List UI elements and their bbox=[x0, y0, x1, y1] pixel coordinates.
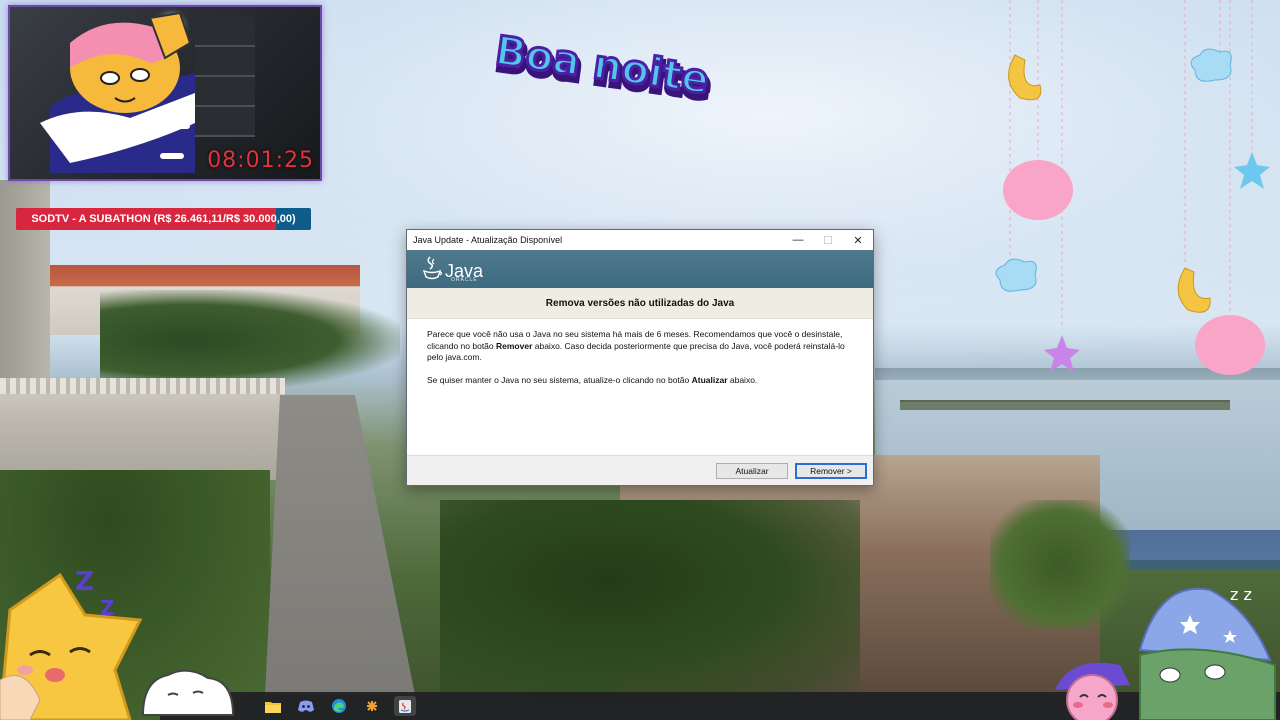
plus-app-icon[interactable] bbox=[361, 696, 383, 716]
background-balustrade bbox=[0, 378, 285, 394]
window-controls: — ☐ ✕ bbox=[783, 230, 873, 250]
webcam-overlay: 08:01:25 bbox=[8, 5, 322, 181]
java-banner: Java ORACLE bbox=[407, 250, 873, 288]
dialog-body: Parece que você não usa o Java no seu si… bbox=[407, 319, 873, 454]
svg-text:Z: Z bbox=[75, 567, 94, 597]
subathon-label: SODTV - A SUBATHON (R$ 26.461,11/R$ 30.0… bbox=[31, 213, 296, 225]
dialog-titlebar[interactable]: Java Update - Atualização Disponível — ☐… bbox=[407, 230, 873, 250]
dialog-footer: Atualizar Remover > bbox=[407, 455, 873, 485]
subathon-progress-bar: SODTV - A SUBATHON (R$ 26.461,11/R$ 30.0… bbox=[16, 208, 311, 230]
background-wall bbox=[0, 380, 285, 480]
close-button[interactable]: ✕ bbox=[843, 230, 873, 250]
dialog-title: Java Update - Atualização Disponível bbox=[413, 235, 563, 245]
background-city-trees bbox=[440, 500, 860, 700]
dialog-paragraph-2: Se quiser manter o Java no seu sistema, … bbox=[427, 375, 853, 387]
p2-text-b: abaixo. bbox=[727, 374, 758, 385]
hanging-decorations bbox=[995, 0, 1270, 375]
sleeping-mascot-icon bbox=[40, 13, 195, 173]
pink-cloud-icon bbox=[1003, 160, 1073, 220]
maximize-button: ☐ bbox=[823, 234, 833, 247]
sleeping-cat-icon bbox=[141, 669, 235, 716]
kirby-character-icon bbox=[1055, 662, 1130, 720]
edge-icon[interactable] bbox=[328, 696, 350, 716]
sleeping-star-character-icon: Z Z bbox=[0, 567, 143, 720]
file-explorer-icon[interactable] bbox=[262, 696, 284, 716]
svg-text:Z: Z bbox=[100, 596, 115, 620]
java-app-icon[interactable] bbox=[394, 696, 416, 716]
background-bridge bbox=[900, 400, 1230, 410]
oracle-brand: ORACLE bbox=[451, 277, 478, 283]
p2-bold-update: Atualizar bbox=[691, 374, 728, 385]
remove-button[interactable]: Remover > bbox=[795, 463, 867, 479]
dialog-paragraph-1: Parece que você não usa o Java no seu si… bbox=[427, 329, 853, 364]
moon-icon bbox=[1008, 54, 1042, 101]
background-trees bbox=[100, 290, 400, 390]
background-road bbox=[265, 395, 415, 695]
p2-text-a: Se quiser manter o Java no seu sistema, … bbox=[427, 374, 692, 385]
svg-text:z z: z z bbox=[1230, 585, 1252, 604]
stream-timer: 08:01:25 bbox=[207, 148, 314, 173]
discord-icon[interactable] bbox=[295, 696, 317, 716]
dialog-heading: Remova versões não utilizadas do Java bbox=[407, 288, 873, 319]
p1-bold-remove: Remover bbox=[496, 340, 533, 351]
java-cup-icon bbox=[422, 256, 443, 280]
update-button[interactable]: Atualizar bbox=[716, 463, 788, 479]
webcam-shelf bbox=[195, 17, 255, 137]
star-icon-2 bbox=[1234, 152, 1270, 189]
pink-cloud-icon-2 bbox=[1195, 315, 1265, 375]
boa-noite-banner: Boa noite Boa noite bbox=[491, 32, 716, 112]
java-update-dialog: Java Update - Atualização Disponível — ☐… bbox=[406, 229, 874, 486]
star-icon bbox=[1044, 335, 1080, 372]
blue-cloud-icon-2 bbox=[1190, 48, 1232, 82]
blue-cloud-icon bbox=[995, 258, 1037, 292]
minimize-button[interactable]: — bbox=[783, 230, 813, 250]
moon-icon-2 bbox=[1177, 267, 1211, 313]
